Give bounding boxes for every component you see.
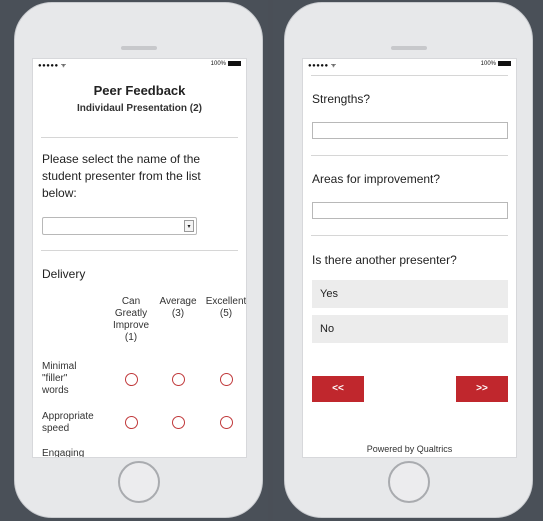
- column-header-line: Average: [159, 296, 197, 307]
- status-bar: ●●●●● ᯤ 100%: [33, 59, 246, 71]
- column-header-line: (5): [219, 308, 233, 319]
- question-areas-for-improvement: Areas for improvement?: [312, 172, 441, 186]
- column-header-line: (3): [171, 308, 185, 319]
- choice-no[interactable]: No: [312, 315, 508, 343]
- powered-by-qualtrics[interactable]: Powered by Qualtrics: [303, 444, 516, 454]
- speaker-grille: [390, 46, 427, 50]
- divider: [311, 235, 508, 236]
- divider: [311, 155, 508, 156]
- row-label-appropriate-speed: Appropriate speed: [42, 411, 112, 435]
- battery-icon: [228, 61, 241, 66]
- left-phone-frame: ●●●●● ᯤ 100% Peer Feedback Individaul Pr…: [14, 2, 263, 518]
- row-label-line: "filler": [42, 373, 68, 384]
- column-header-can-greatly-improve: Can Greatly Improve (1): [107, 296, 155, 344]
- battery-indicator: 100%: [211, 61, 241, 67]
- presenter-dropdown[interactable]: ▾: [42, 217, 197, 235]
- battery-percent: 100%: [480, 61, 496, 68]
- row-label-line: Engaging: [42, 448, 85, 458]
- left-phone-screen: ●●●●● ᯤ 100% Peer Feedback Individaul Pr…: [32, 58, 247, 458]
- home-button[interactable]: [387, 461, 430, 503]
- column-header-line: Excellent: [205, 296, 247, 307]
- row-label-line: words: [42, 385, 69, 396]
- row-label-minimal-filler-words: Minimal "filler" words: [42, 361, 107, 397]
- column-header-line: Greatly: [114, 308, 148, 319]
- screenshot-stage: ●●●●● ᯤ 100% Peer Feedback Individaul Pr…: [0, 0, 543, 521]
- status-bar: ●●●●● ᯤ 100%: [303, 59, 516, 71]
- column-header-average: Average (3): [155, 296, 201, 320]
- right-phone-frame: ●●●●● ᯤ 100% Strengths? Areas for improv…: [284, 2, 533, 518]
- survey-title: Peer Feedback: [93, 83, 186, 98]
- right-phone-screen: ●●●●● ᯤ 100% Strengths? Areas for improv…: [302, 58, 517, 458]
- survey-subtitle: Individaul Presentation (2): [76, 103, 203, 114]
- battery-percent: 100%: [210, 61, 226, 68]
- choice-yes[interactable]: Yes: [312, 280, 508, 308]
- row-label-line: speed: [42, 423, 70, 434]
- radio-filler-words-3[interactable]: [172, 373, 185, 386]
- signal-wifi-icon: ●●●●● ᯤ: [308, 63, 337, 69]
- battery-indicator: 100%: [481, 61, 511, 67]
- row-label-engaging: Engaging: [42, 448, 112, 458]
- radio-filler-words-5[interactable]: [220, 373, 233, 386]
- radio-filler-words-1[interactable]: [125, 373, 138, 386]
- question-strengths: Strengths?: [312, 92, 371, 106]
- signal-wifi-icon: ●●●●● ᯤ: [38, 63, 67, 69]
- improvement-input[interactable]: [312, 202, 508, 219]
- back-button[interactable]: <<: [312, 376, 364, 402]
- question-presenter-select: Please select the name of the student pr…: [42, 152, 201, 200]
- divider: [311, 75, 508, 76]
- chevron-down-icon: ▾: [184, 220, 194, 232]
- divider: [41, 250, 238, 251]
- column-header-excellent: Excellent (5): [201, 296, 247, 320]
- row-label-line: Appropriate: [42, 411, 94, 422]
- column-header-line: Improve: [112, 320, 150, 331]
- column-header-line: Can: [121, 296, 141, 307]
- section-delivery: Delivery: [42, 267, 86, 281]
- radio-speed-3[interactable]: [172, 416, 185, 429]
- battery-icon: [498, 61, 511, 66]
- radio-speed-1[interactable]: [125, 416, 138, 429]
- panel-divider: [268, 0, 273, 521]
- radio-speed-5[interactable]: [220, 416, 233, 429]
- next-button[interactable]: >>: [456, 376, 508, 402]
- question-another-presenter: Is there another presenter?: [312, 253, 457, 267]
- home-button[interactable]: [117, 461, 160, 503]
- speaker-grille: [120, 46, 157, 50]
- column-header-line: (1): [124, 332, 138, 343]
- strengths-input[interactable]: [312, 122, 508, 139]
- divider: [41, 137, 238, 138]
- row-label-line: Minimal: [42, 361, 77, 372]
